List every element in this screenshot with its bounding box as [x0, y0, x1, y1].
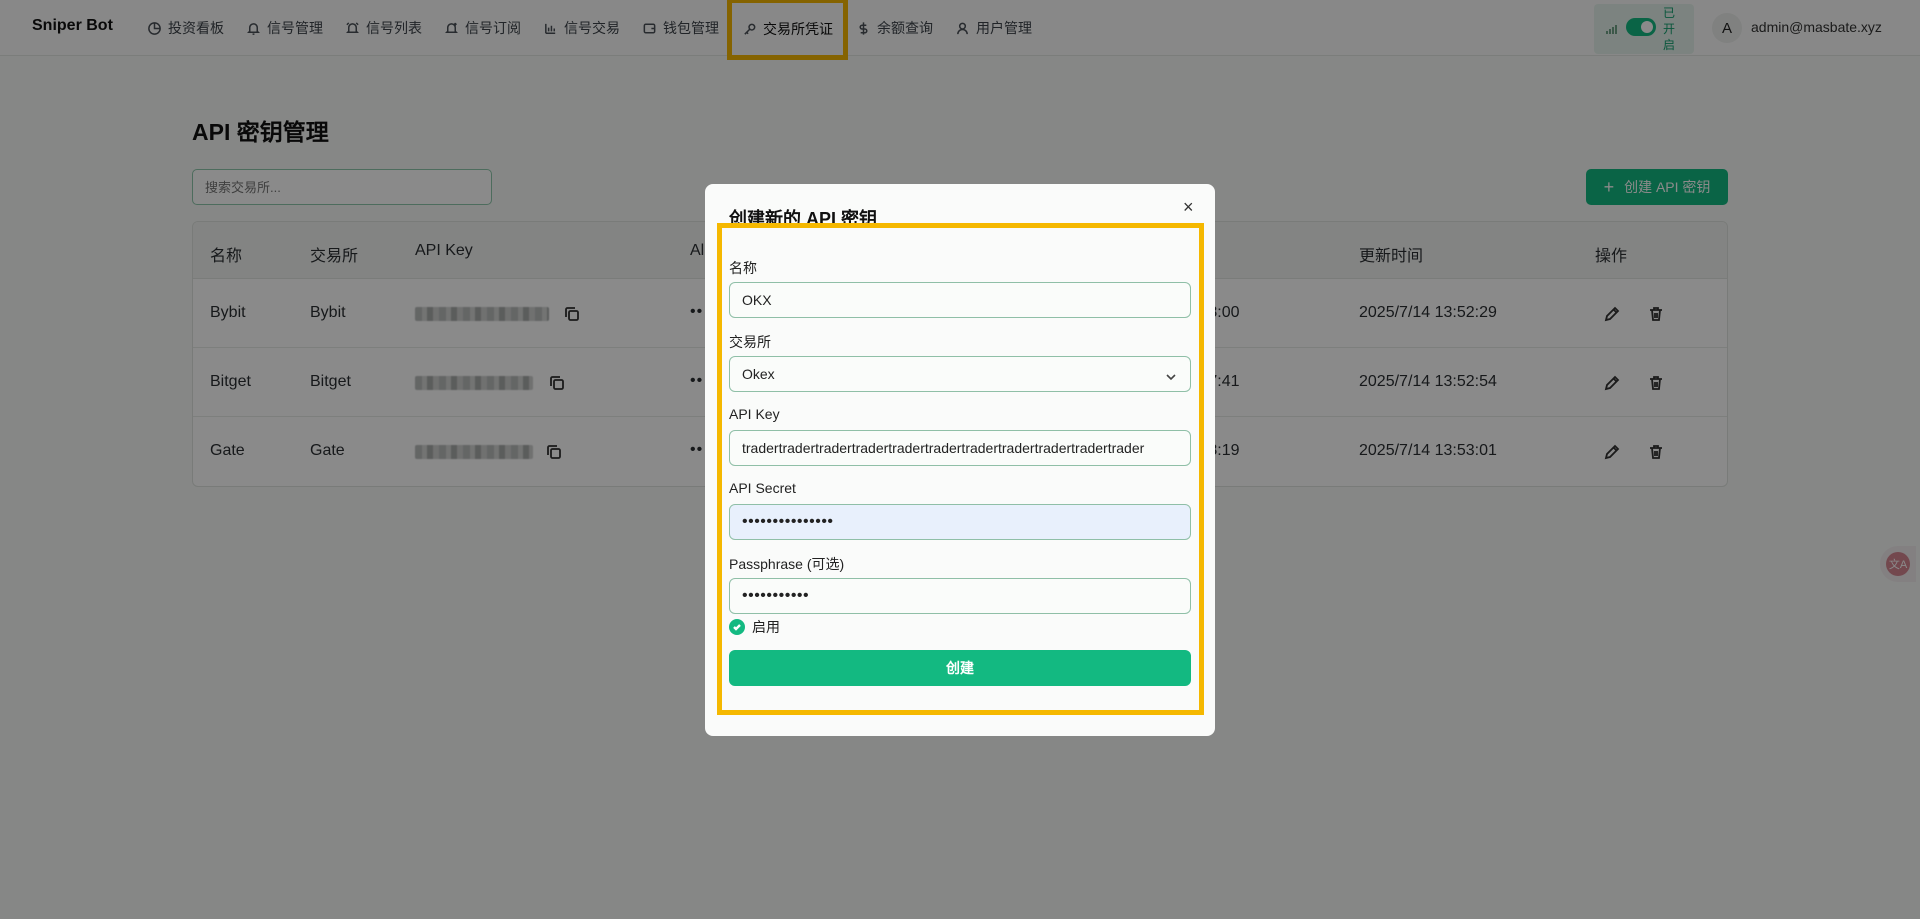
api-key-label: API Key — [729, 406, 780, 422]
close-icon[interactable]: × — [1183, 198, 1194, 216]
name-label: 名称 — [729, 260, 757, 276]
check-icon — [733, 624, 741, 631]
api-key-field[interactable]: tradertradertradertradertradertradertrad… — [729, 430, 1191, 466]
enable-checkbox[interactable] — [729, 619, 745, 635]
chevron-down-icon — [1166, 369, 1176, 381]
enable-label: 启用 — [752, 619, 780, 635]
api-secret-label: API Secret — [729, 480, 796, 496]
passphrase-label: Passphrase (可选) — [729, 556, 845, 572]
create-api-key-dialog: 创建新的 API 密钥 × 名称 OKX 交易所 Okex API Key tr… — [705, 184, 1215, 736]
api-secret-field[interactable]: ••••••••••••••• — [729, 504, 1191, 540]
exchange-select[interactable]: Okex — [729, 356, 1191, 392]
exchange-label: 交易所 — [729, 334, 771, 350]
passphrase-field[interactable]: ••••••••••• — [729, 578, 1191, 614]
create-submit-button[interactable]: 创建 — [729, 650, 1191, 686]
name-field[interactable]: OKX — [729, 282, 1191, 318]
form-highlight: 名称 OKX 交易所 Okex API Key tradertradertrad… — [717, 223, 1204, 715]
exchange-selected-value: Okex — [742, 366, 775, 382]
